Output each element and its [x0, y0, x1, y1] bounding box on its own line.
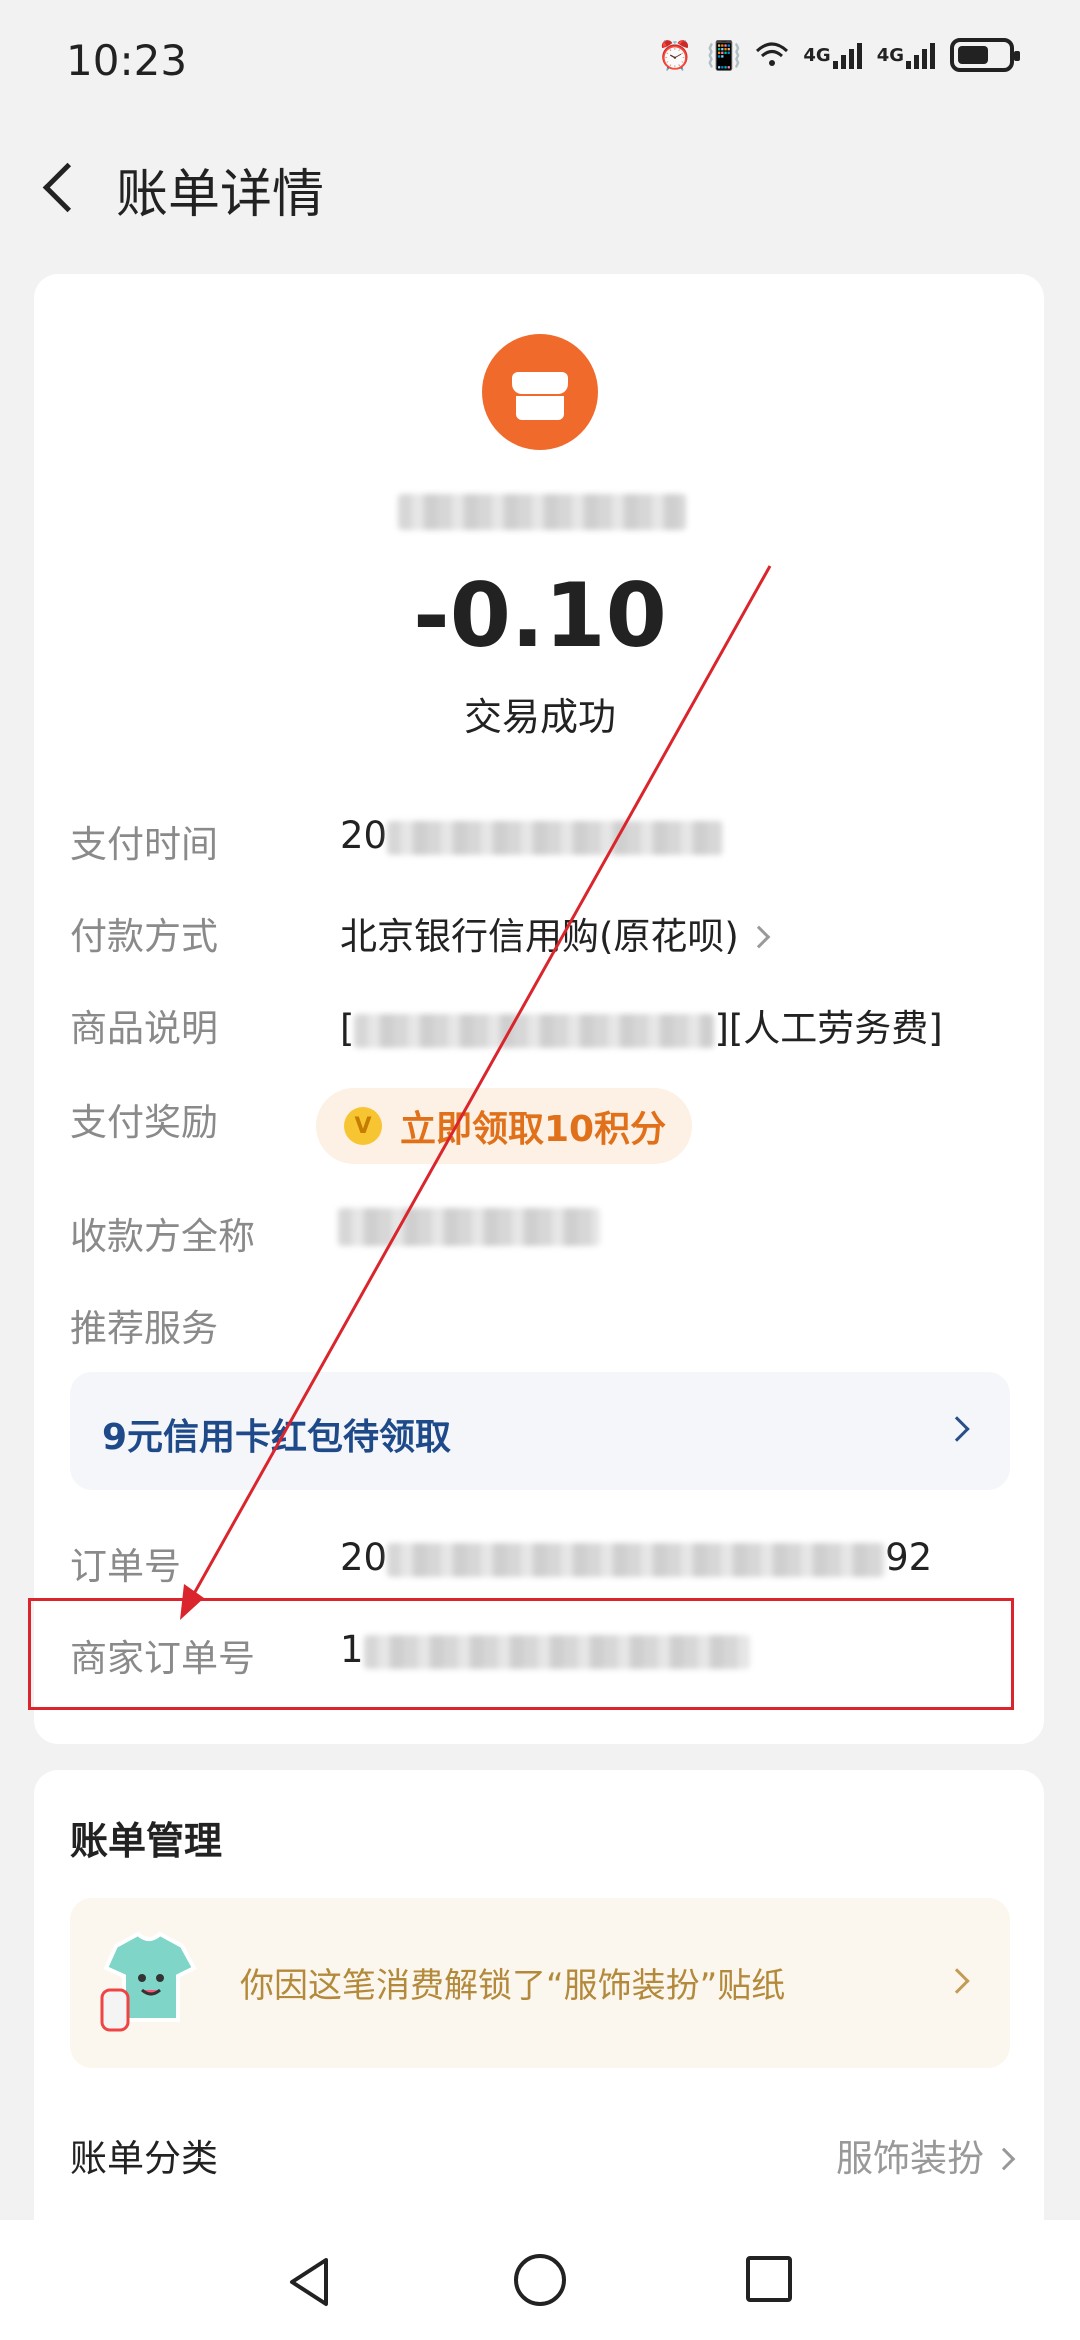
chevron-right-icon: [944, 1416, 970, 1442]
nav-recent-apps-icon[interactable]: [746, 2256, 792, 2302]
reward-label: 支付奖励: [70, 1101, 218, 1144]
page-title: 账单详情: [116, 165, 325, 225]
status-time: 10:23: [66, 36, 188, 85]
battery-icon: [950, 38, 1020, 72]
transaction-amount: -0.10: [413, 564, 667, 667]
promo-text: 9元信用卡红包待领取: [102, 1417, 452, 1458]
coin-icon: V: [344, 1107, 382, 1145]
bill-category-label: 账单分类: [70, 2137, 218, 2180]
pay-time-value: 20: [340, 814, 724, 857]
pay-time-label: 支付时间: [70, 823, 218, 866]
signal-icon-2: 4G: [877, 41, 936, 69]
back-button[interactable]: [38, 158, 88, 218]
merchant-name-redacted: [398, 494, 686, 530]
status-icons: ⏰ 📳 4G 4G: [657, 38, 1020, 72]
alarm-icon: ⏰: [657, 38, 693, 72]
top-navbar: 账单详情: [0, 130, 1080, 240]
credit-card-promo[interactable]: 9元信用卡红包待领取: [70, 1372, 1010, 1490]
system-navigation-bar: [0, 2220, 1080, 2340]
chevron-right-icon: [944, 1968, 970, 1994]
order-number-value: 20 92: [340, 1536, 933, 1579]
sticker-text: 你因这笔消费解锁了“服饰装扮”贴纸: [240, 1966, 786, 2006]
sticker-banner[interactable]: 你因这笔消费解锁了“服饰装扮”贴纸: [70, 1898, 1010, 2068]
pay-method-value[interactable]: 北京银行信用购(原花呗): [340, 906, 771, 960]
highlight-box: [28, 1598, 1014, 1710]
bill-management-title: 账单管理: [70, 1819, 223, 1863]
chevron-right-icon: [992, 2147, 1016, 2171]
bill-category-value[interactable]: 服饰装扮: [836, 2128, 1016, 2182]
vibrate-icon: 📳: [706, 38, 742, 72]
product-value: [][人工劳务费]: [340, 1007, 943, 1050]
chevron-right-icon: [747, 925, 771, 949]
wifi-icon: [755, 41, 789, 69]
status-bar: 10:23 ⏰ 📳 4G 4G: [0, 0, 1080, 120]
recommend-label: 推荐服务: [70, 1307, 218, 1350]
pay-time-redacted: [387, 820, 724, 855]
order-number-redacted: [387, 1542, 886, 1577]
payee-redacted: [338, 1208, 600, 1246]
signal-icon-1: 4G: [803, 41, 862, 69]
tshirt-sticker-icon: [100, 1931, 197, 2032]
claim-points-button[interactable]: V 立即领取10积分: [316, 1088, 692, 1164]
merchant-store-icon: [482, 334, 598, 450]
pay-method-label: 付款方式: [70, 915, 218, 958]
product-label: 商品说明: [70, 1007, 218, 1050]
transaction-status: 交易成功: [463, 695, 616, 739]
nav-home-icon[interactable]: [514, 2254, 566, 2306]
payee-label: 收款方全称: [70, 1215, 255, 1258]
order-number-label: 订单号: [70, 1545, 181, 1588]
nav-back-icon[interactable]: [286, 2256, 334, 2308]
product-redacted: [354, 1013, 715, 1048]
